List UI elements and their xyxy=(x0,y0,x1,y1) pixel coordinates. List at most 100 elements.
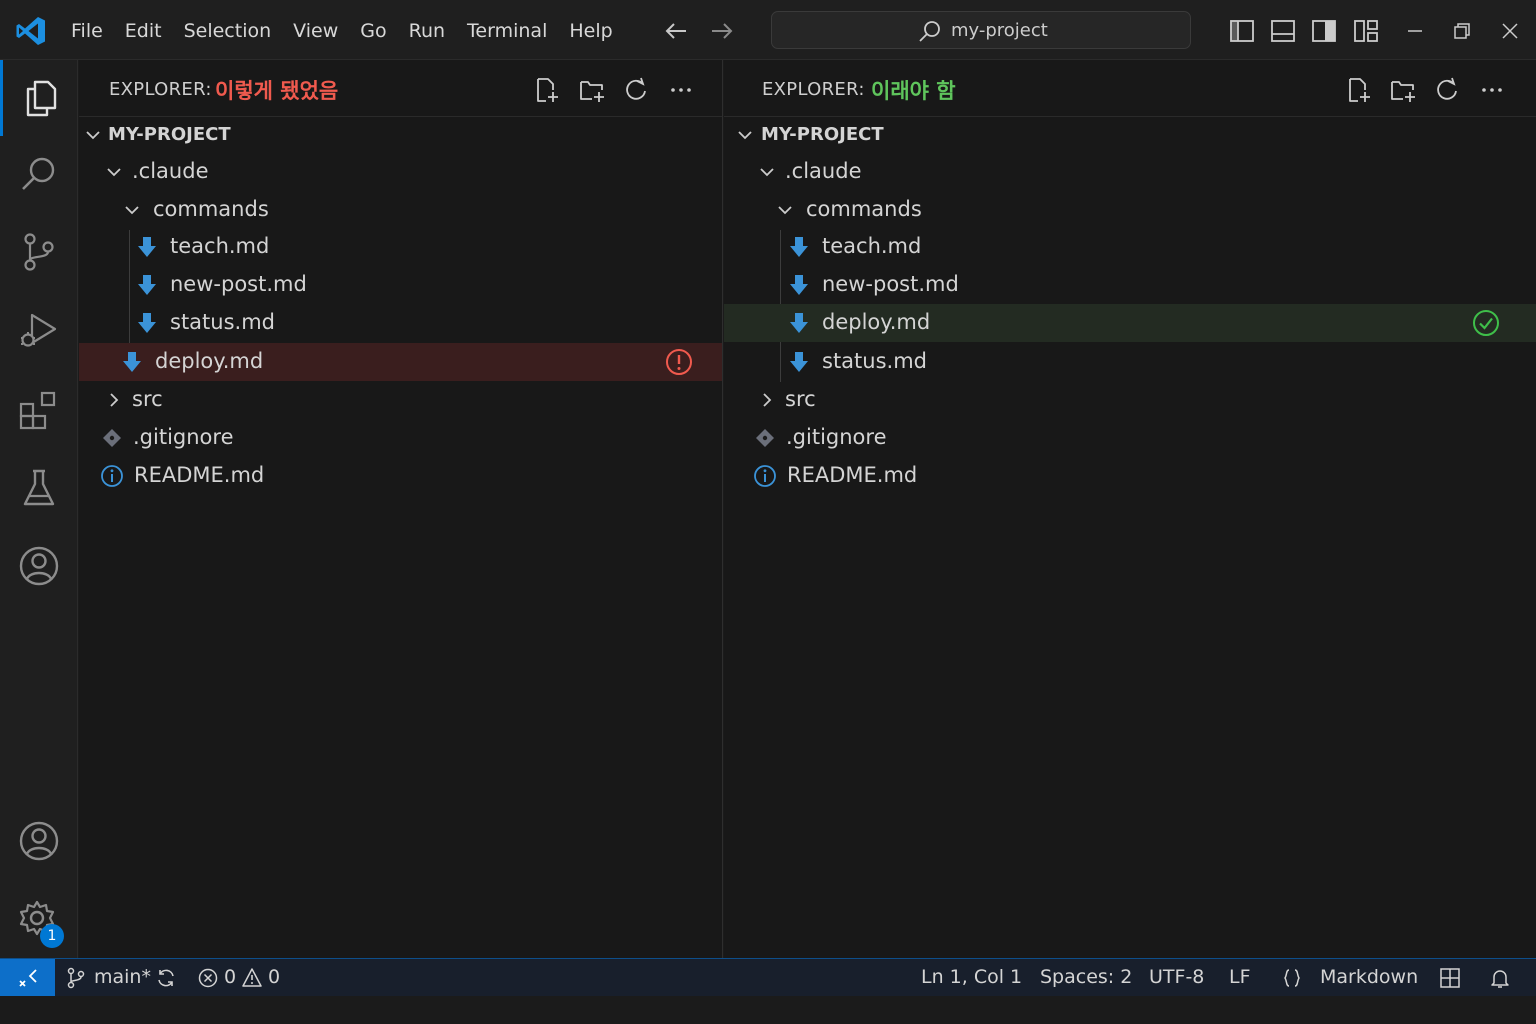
error-count[interactable]: 0 xyxy=(224,966,236,988)
activity-accounts[interactable] xyxy=(0,803,78,879)
refresh-icon[interactable] xyxy=(622,76,650,104)
tree-folder-commands[interactable]: commands xyxy=(79,191,722,229)
search-icon xyxy=(22,157,55,190)
activity-extensions[interactable] xyxy=(0,372,78,448)
activity-search[interactable] xyxy=(0,136,78,212)
eol-setting[interactable]: LF xyxy=(1229,966,1251,988)
menu-edit[interactable]: Edit xyxy=(114,0,173,60)
warning-count[interactable]: 0 xyxy=(268,966,280,988)
tree-file-deploy-misplaced[interactable]: deploy.md xyxy=(79,343,722,381)
folder-label: src xyxy=(132,387,163,411)
menu-view[interactable]: View xyxy=(282,0,349,60)
new-folder-icon[interactable] xyxy=(1389,76,1417,104)
flask-icon xyxy=(23,469,55,506)
new-folder-icon[interactable] xyxy=(578,76,606,104)
forward-arrow-icon[interactable] xyxy=(708,17,736,45)
toggle-primary-sidebar-icon[interactable] xyxy=(1229,18,1255,44)
explorer-title: EXPLORER: xyxy=(109,79,212,100)
activity-run-debug[interactable] xyxy=(0,292,78,368)
git-branch-icon xyxy=(67,967,85,989)
markdown-file-icon xyxy=(138,237,156,257)
tree-root-folder[interactable]: MY-PROJECT xyxy=(724,116,1536,154)
chevron-right-icon xyxy=(110,393,119,407)
indentation-setting[interactable]: Spaces: 2 xyxy=(1040,966,1132,988)
back-arrow-icon[interactable] xyxy=(662,17,690,45)
tree-folder-commands[interactable]: commands xyxy=(724,191,1536,229)
file-label: README.md xyxy=(787,463,918,487)
file-label: deploy.md xyxy=(155,349,264,373)
toggle-panel-icon[interactable] xyxy=(1270,18,1296,44)
tree-file-status[interactable]: status.md xyxy=(79,304,722,342)
remote-icon xyxy=(18,968,37,987)
warning-count-icon[interactable] xyxy=(241,967,263,989)
sync-icon[interactable] xyxy=(155,967,177,989)
tree-file-deploy-correct[interactable]: deploy.md xyxy=(724,304,1536,342)
tree-folder-src[interactable]: src xyxy=(79,381,722,419)
toggle-secondary-sidebar-icon[interactable] xyxy=(1311,18,1337,44)
encoding-setting[interactable]: UTF-8 xyxy=(1149,966,1204,988)
activity-accounts-top[interactable] xyxy=(0,528,78,604)
source-control-icon xyxy=(24,233,54,271)
tree-file-teach[interactable]: teach.md xyxy=(724,228,1536,266)
menu-file[interactable]: File xyxy=(60,0,114,60)
tree-file-status[interactable]: status.md xyxy=(724,343,1536,381)
menu-go[interactable]: Go xyxy=(349,0,397,60)
activity-explorer[interactable] xyxy=(0,60,78,136)
refresh-icon[interactable] xyxy=(1433,76,1461,104)
explorer-panel-expected: EXPLORER: 이래야 함 MY-PROJECT .claude comma… xyxy=(724,60,1536,958)
markdown-file-icon xyxy=(123,352,141,372)
chevron-down-icon xyxy=(107,168,121,177)
chevron-down-icon xyxy=(778,206,792,215)
close-window-icon[interactable] xyxy=(1497,18,1523,44)
tree-folder-claude[interactable]: .claude xyxy=(79,153,722,191)
tree-folder-src[interactable]: src xyxy=(724,381,1536,419)
menu-terminal[interactable]: Terminal xyxy=(456,0,558,60)
menu-run[interactable]: Run xyxy=(398,0,456,60)
command-center-search[interactable]: my-project xyxy=(771,11,1191,49)
activity-settings[interactable]: 1 xyxy=(0,882,78,958)
file-label: new-post.md xyxy=(822,272,959,296)
menu-selection[interactable]: Selection xyxy=(173,0,283,60)
branch-label[interactable]: main* xyxy=(94,966,151,988)
layout-grid-icon[interactable] xyxy=(1439,967,1461,989)
more-actions-icon[interactable] xyxy=(1478,76,1506,104)
root-folder-label: MY-PROJECT xyxy=(761,124,884,145)
markdown-file-icon xyxy=(790,313,808,333)
tree-file-new-post[interactable]: new-post.md xyxy=(724,266,1536,304)
folder-label: .claude xyxy=(132,159,209,183)
tree-file-gitignore[interactable]: .gitignore xyxy=(79,419,722,457)
menu-help[interactable]: Help xyxy=(558,0,623,60)
customize-layout-icon[interactable] xyxy=(1353,18,1379,44)
error-count-icon[interactable] xyxy=(197,967,219,989)
new-file-icon[interactable] xyxy=(1345,76,1373,104)
window-bottom-edge xyxy=(0,996,1536,1024)
explorer-files-icon xyxy=(26,80,56,117)
minimize-window-icon[interactable] xyxy=(1402,18,1428,44)
language-mode[interactable]: Markdown xyxy=(1320,966,1418,988)
braces-icon[interactable] xyxy=(1281,967,1303,989)
tree-root-folder[interactable]: MY-PROJECT xyxy=(79,116,722,154)
more-actions-icon[interactable] xyxy=(667,76,695,104)
tree-file-new-post[interactable]: new-post.md xyxy=(79,266,722,304)
status-bar: main* 0 0 Ln 1, Col 1 Spaces: 2 UTF-8 LF… xyxy=(0,958,1536,996)
explorer-header: EXPLORER: 이렇게 됐었음 xyxy=(79,60,722,117)
tree-folder-claude[interactable]: .claude xyxy=(724,153,1536,191)
tree-file-teach[interactable]: teach.md xyxy=(79,228,722,266)
new-file-icon[interactable] xyxy=(533,76,561,104)
activity-testing[interactable] xyxy=(0,450,78,526)
cursor-position[interactable]: Ln 1, Col 1 xyxy=(921,966,1022,988)
restore-window-icon[interactable] xyxy=(1449,18,1475,44)
markdown-file-icon xyxy=(138,275,156,295)
bell-icon[interactable] xyxy=(1489,967,1511,989)
folder-label: commands xyxy=(153,197,269,221)
tree-file-readme[interactable]: README.md xyxy=(724,457,1536,495)
file-label: README.md xyxy=(134,463,265,487)
check-circle-icon xyxy=(1473,310,1499,336)
explorer-panel-actual: EXPLORER: 이렇게 됐었음 MY-PROJECT .claude com… xyxy=(79,60,723,958)
tree-file-gitignore[interactable]: .gitignore xyxy=(724,419,1536,457)
tree-file-readme[interactable]: README.md xyxy=(79,457,722,495)
activity-source-control[interactable] xyxy=(0,214,78,290)
remote-indicator[interactable] xyxy=(0,959,55,996)
settings-update-badge: 1 xyxy=(40,924,64,948)
account-icon xyxy=(19,546,59,586)
